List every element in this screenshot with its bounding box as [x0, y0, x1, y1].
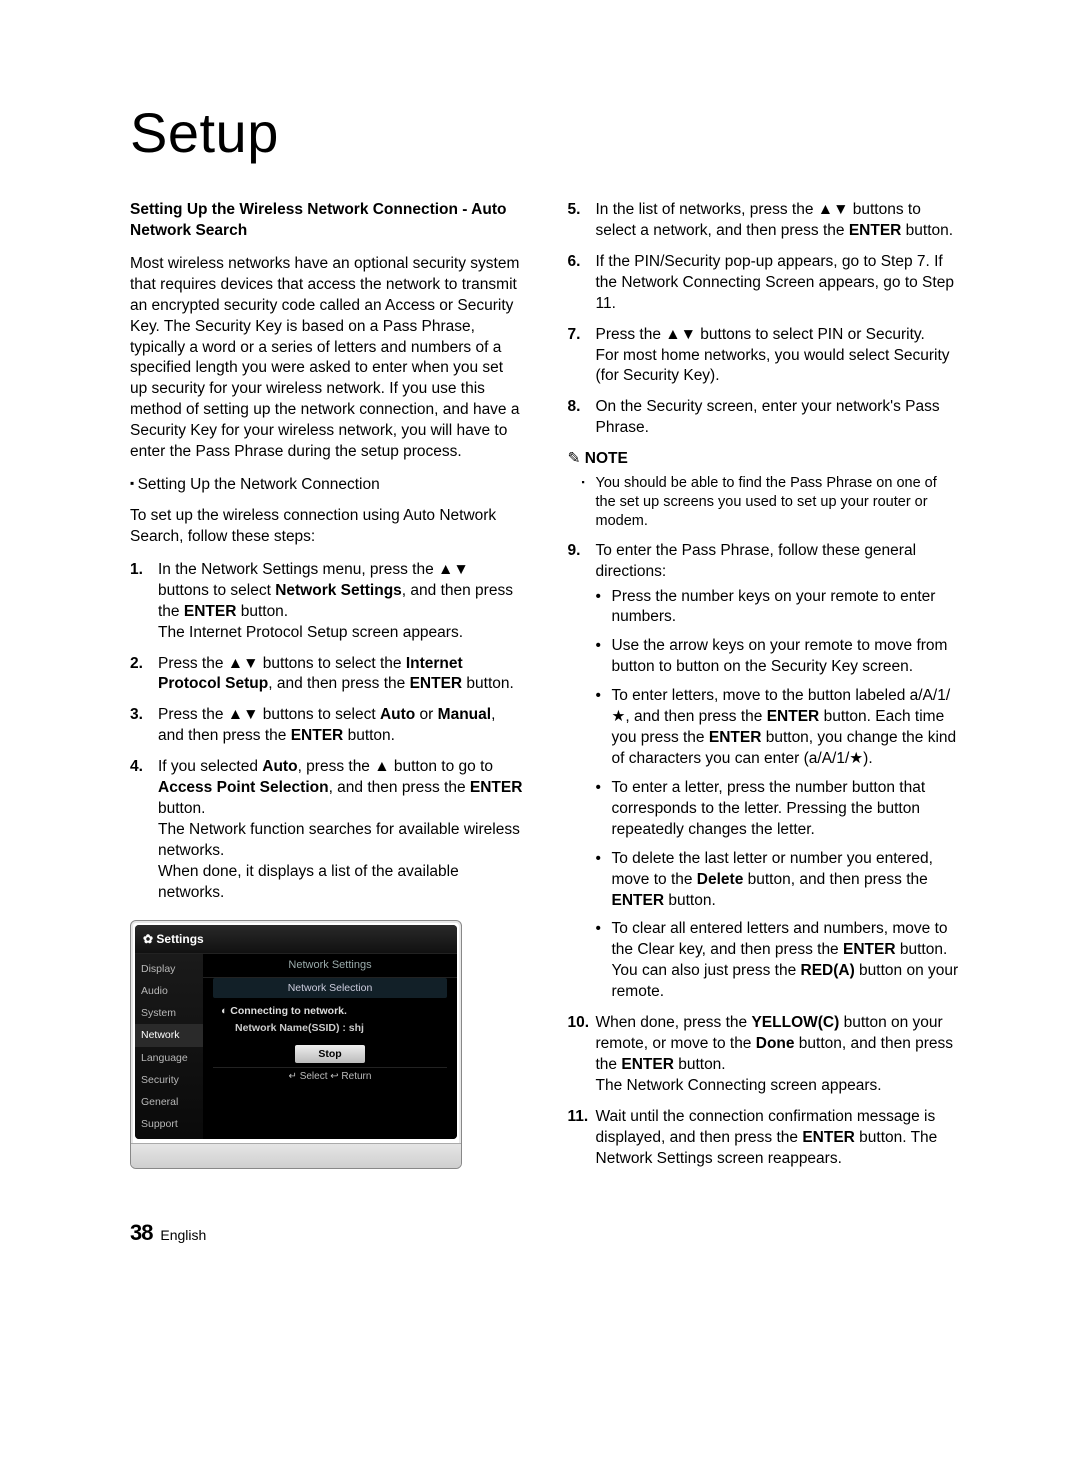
settings-osd: Settings Display Audio System Network La…: [130, 920, 462, 1170]
page-title: Setup: [130, 100, 960, 165]
step-3: Press the ▲▼ buttons to select Auto or M…: [130, 705, 523, 747]
bullet-2: Use the arrow keys on your remote to mov…: [596, 636, 961, 678]
step-9-bullets: Press the number keys on your remote to …: [596, 587, 961, 1004]
sidebar-item-system[interactable]: System: [135, 1002, 203, 1024]
right-column: In the list of networks, press the ▲▼ bu…: [568, 200, 961, 1180]
osd-status: Connecting to network.: [203, 1002, 457, 1020]
step-8: On the Security screen, enter your netwo…: [568, 397, 961, 439]
bullet-5: To delete the last letter or number you …: [596, 849, 961, 912]
osd-footer-hints: ↵ Select ↩ Return: [213, 1067, 447, 1084]
sidebar-item-audio[interactable]: Audio: [135, 980, 203, 1002]
step-11: Wait until the connection confirmation m…: [568, 1107, 961, 1170]
bullet-6: To clear all entered letters and numbers…: [596, 919, 961, 1003]
sidebar-item-display[interactable]: Display: [135, 958, 203, 980]
steps-10-11: When done, press the YELLOW(C) button on…: [568, 1013, 961, 1169]
stop-button[interactable]: Stop: [295, 1045, 365, 1063]
osd-base-bar: [131, 1143, 461, 1168]
left-column: Setting Up the Wireless Network Connecti…: [130, 200, 523, 1180]
spinner-icon: [221, 1005, 230, 1017]
step-9-li: To enter the Pass Phrase, follow these g…: [568, 541, 961, 1003]
page-number: 38: [130, 1220, 152, 1245]
sidebar-item-support[interactable]: Support: [135, 1113, 203, 1135]
bullet-3: To enter letters, move to the button lab…: [596, 686, 961, 770]
step-1: In the Network Settings menu, press the …: [130, 560, 523, 644]
osd-subheading: Network Selection: [213, 978, 447, 998]
sidebar-item-general[interactable]: General: [135, 1091, 203, 1113]
note-label: NOTE: [568, 449, 961, 470]
osd-sidebar: Display Audio System Network Language Se…: [135, 954, 203, 1139]
sidebar-item-network[interactable]: Network: [135, 1024, 203, 1046]
step-2: Press the ▲▼ buttons to select the Inter…: [130, 654, 523, 696]
osd-ssid: Network Name(SSID) : shj: [203, 1020, 457, 1041]
page-footer: 38 English: [130, 1220, 960, 1246]
step-9: To enter the Pass Phrase, follow these g…: [568, 541, 961, 1003]
sidebar-item-language[interactable]: Language: [135, 1047, 203, 1069]
bullet-1: Press the number keys on your remote to …: [596, 587, 961, 629]
step-10: When done, press the YELLOW(C) button on…: [568, 1013, 961, 1097]
step-5: In the list of networks, press the ▲▼ bu…: [568, 200, 961, 242]
note-item: You should be able to find the Pass Phra…: [568, 474, 961, 531]
sidebar-item-security[interactable]: Security: [135, 1069, 203, 1091]
sub-heading: Setting Up the Network Connection: [130, 475, 523, 496]
step-4: If you selected Auto, press the ▲ button…: [130, 757, 523, 903]
note-block: NOTE You should be able to find the Pass…: [568, 449, 961, 530]
section-title: Setting Up the Wireless Network Connecti…: [130, 200, 523, 242]
page-language: English: [160, 1227, 206, 1243]
steps-1-4: In the Network Settings menu, press the …: [130, 560, 523, 904]
step-6: If the PIN/Security pop-up appears, go t…: [568, 252, 961, 315]
osd-heading: Network Settings: [203, 954, 457, 978]
bullet-4: To enter a letter, press the number butt…: [596, 778, 961, 841]
steps-5-8: In the list of networks, press the ▲▼ bu…: [568, 200, 961, 439]
intro-paragraph: Most wireless networks have an optional …: [130, 254, 523, 463]
step-7: Press the ▲▼ buttons to select PIN or Se…: [568, 325, 961, 388]
sub-intro: To set up the wireless connection using …: [130, 506, 523, 548]
osd-window-title: Settings: [135, 925, 457, 954]
